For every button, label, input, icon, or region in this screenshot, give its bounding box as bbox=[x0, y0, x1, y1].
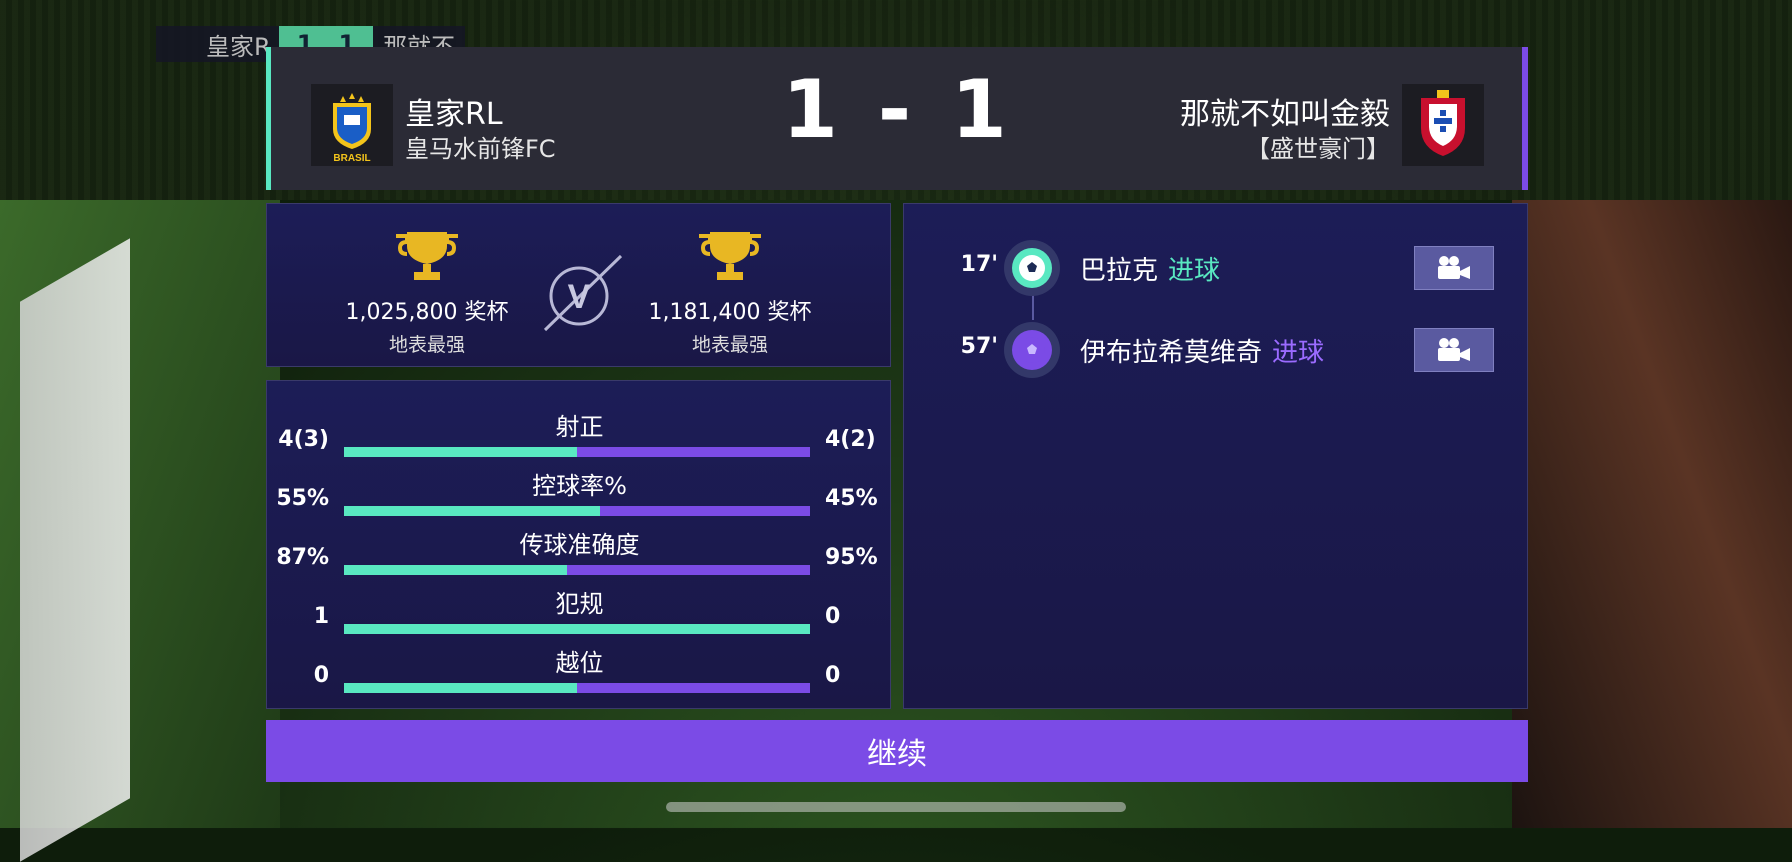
stat-row-shots-on-target: 射正 4(3) 4(2) bbox=[267, 407, 892, 461]
stat-bar bbox=[344, 447, 810, 457]
stat-label: 传球准确度 bbox=[519, 531, 640, 559]
replay-button[interactable] bbox=[1414, 328, 1494, 372]
stat-row-pass-accuracy: 传球准确度 87% 95% bbox=[267, 525, 892, 579]
ad-board bbox=[20, 238, 130, 862]
stat-label: 控球率% bbox=[532, 472, 627, 500]
stat-home-value: 87% bbox=[276, 545, 329, 570]
stat-away-value: 0 bbox=[825, 663, 841, 688]
stat-away-value: 4(2) bbox=[825, 427, 876, 452]
goal-ball-icon bbox=[1004, 322, 1060, 378]
home-rank: 地表最强 bbox=[388, 334, 465, 356]
match-stats: 射正 4(3) 4(2) 控球率% 55% 45% 传球准确度 87% 95% … bbox=[266, 380, 891, 709]
event-type: 进球 bbox=[1168, 256, 1221, 286]
stat-home-value: 4(3) bbox=[278, 427, 329, 452]
stat-bar bbox=[344, 506, 810, 516]
stat-label: 越位 bbox=[555, 649, 604, 677]
track-right bbox=[1512, 200, 1792, 828]
away-trophies: 1,181,400 奖杯 地表最强 bbox=[630, 228, 830, 357]
home-indicator[interactable] bbox=[666, 802, 1126, 812]
match-events: 17' 巴拉克 进球 57' 伊布拉希莫维奇 进球 bbox=[903, 203, 1528, 709]
event-player: 巴拉克 进球 bbox=[1080, 256, 1221, 286]
stat-bar bbox=[344, 683, 810, 693]
trophy-icon bbox=[699, 232, 761, 280]
replay-button[interactable] bbox=[1414, 246, 1494, 290]
stat-home-value: 55% bbox=[276, 486, 329, 511]
away-score: 1 bbox=[951, 63, 1011, 156]
trophy-icon bbox=[396, 232, 458, 280]
trophy-comparison: 1,025,800 奖杯 地表最强 V 1,181,400 奖杯 地表最强 bbox=[266, 203, 891, 367]
away-rank: 地表最强 bbox=[691, 334, 768, 356]
home-trophy-count: 1,025,800 奖杯 bbox=[345, 300, 509, 325]
stat-bar-home-fill bbox=[344, 565, 567, 575]
stat-bar-home-fill bbox=[344, 447, 577, 457]
event-minute: 17' bbox=[960, 252, 998, 277]
match-header: BRASIL 皇家RL 皇马水前锋FC 1-1 那就不如叫金毅 【盛世豪门】 bbox=[266, 47, 1528, 190]
stat-label: 犯规 bbox=[555, 590, 604, 618]
video-camera-icon bbox=[1438, 338, 1470, 361]
stat-label: 射正 bbox=[555, 413, 604, 441]
stat-bar bbox=[344, 565, 810, 575]
video-camera-icon bbox=[1438, 256, 1470, 279]
stat-bar-home-fill bbox=[344, 683, 577, 693]
away-trophy-count: 1,181,400 奖杯 bbox=[648, 300, 812, 325]
home-trophies: 1,025,800 奖杯 地表最强 bbox=[327, 228, 527, 357]
goal-ball-icon bbox=[1004, 240, 1060, 296]
away-team-badge bbox=[1402, 84, 1484, 166]
continue-button[interactable]: 继续 bbox=[266, 720, 1528, 782]
versus-icon: V bbox=[543, 254, 623, 332]
stat-away-value: 0 bbox=[825, 604, 841, 629]
stat-row-possession: 控球率% 55% 45% bbox=[267, 466, 892, 520]
stat-row-offsides: 越位 0 0 bbox=[267, 643, 892, 697]
stat-home-value: 0 bbox=[313, 663, 329, 688]
stat-bar-home-fill bbox=[344, 624, 810, 634]
away-club-name: 【盛世豪门】 bbox=[1246, 135, 1390, 163]
stat-away-value: 95% bbox=[825, 545, 878, 570]
svg-text:V: V bbox=[568, 278, 591, 316]
stat-away-value: 45% bbox=[825, 486, 878, 511]
stat-row-fouls: 犯规 1 0 bbox=[267, 584, 892, 638]
mini-home-name: 皇家R bbox=[206, 32, 271, 61]
home-score: 1 bbox=[782, 63, 842, 156]
stat-bar bbox=[344, 624, 810, 634]
portugal-crest-icon bbox=[1421, 90, 1465, 156]
event-minute: 57' bbox=[960, 334, 998, 359]
stat-bar-home-fill bbox=[344, 506, 601, 516]
event-player: 伊布拉希莫维奇 进球 bbox=[1080, 338, 1325, 368]
event-type: 进球 bbox=[1272, 338, 1325, 368]
stat-home-value: 1 bbox=[313, 604, 329, 629]
away-team-name: 那就不如叫金毅 bbox=[1180, 97, 1390, 132]
event-goal-away: 57' 伊布拉希莫维奇 进球 bbox=[904, 318, 1529, 380]
event-goal-home: 17' 巴拉克 进球 bbox=[904, 236, 1529, 298]
score-separator: - bbox=[877, 63, 916, 156]
